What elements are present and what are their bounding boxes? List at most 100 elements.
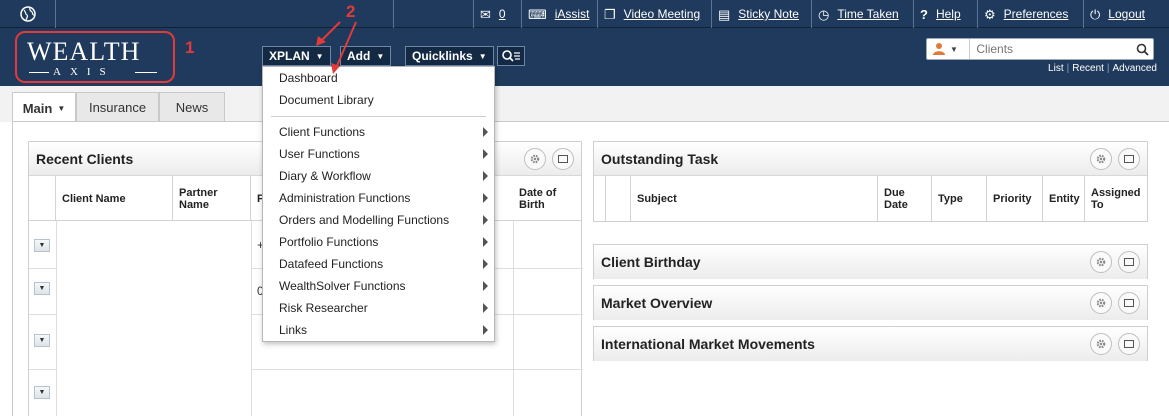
globe-icon[interactable] — [0, 0, 56, 28]
time-taken-link[interactable]: ◷ Time Taken — [811, 0, 913, 28]
grid-col-line — [513, 221, 514, 416]
video-icon: ❐ — [604, 6, 616, 22]
row-expand-button[interactable]: ▼ — [34, 239, 50, 252]
search-icon[interactable] — [1131, 43, 1153, 56]
menu-item-document-library[interactable]: Document Library — [263, 89, 494, 111]
client-birthday-header: Client Birthday — [594, 245, 1147, 279]
outstanding-task-grid-header: Subject Due Date Type Priority Entity As… — [594, 176, 1147, 221]
video-meeting-link[interactable]: ❐ Video Meeting — [597, 0, 711, 28]
tab-insurance[interactable]: Insurance — [76, 92, 159, 122]
xplan-menu-button[interactable]: XPLAN ▼ — [262, 46, 331, 66]
submenu-arrow-icon — [483, 281, 488, 291]
panel-maximize-button[interactable] — [1118, 333, 1140, 355]
search-link-recent[interactable]: Recent — [1072, 63, 1104, 74]
sticky-note-link[interactable]: ▤ Sticky Note — [711, 0, 811, 28]
search-link-list[interactable]: List — [1048, 63, 1064, 74]
panel-settings-button[interactable] — [1090, 148, 1112, 170]
search-type-selector[interactable]: ▼ — [927, 39, 971, 59]
grid-row-line — [29, 314, 56, 315]
mail-link[interactable]: ✉ 0 — [473, 0, 521, 28]
grid-row-line — [29, 369, 56, 370]
menu-item-label: WealthSolver Functions — [279, 279, 406, 293]
market-overview-panel: Market Overview — [593, 285, 1148, 320]
menu-item-orders-modelling[interactable]: Orders and Modelling Functions — [263, 209, 494, 231]
iassist-link[interactable]: ⌨ iAssist — [521, 0, 597, 28]
recent-clients-title: Recent Clients — [36, 151, 134, 167]
preferences-link[interactable]: ⚙ Preferences — [977, 0, 1083, 28]
logo-subtitle: AXIS — [53, 66, 115, 78]
menu-item-diary-workflow[interactable]: Diary & Workflow — [263, 165, 494, 187]
logo[interactable]: WEALTH AXIS — [15, 31, 175, 83]
menu-item-label: Client Functions — [279, 125, 366, 139]
row-expand-button[interactable]: ▼ — [34, 386, 50, 399]
iassist-icon: ⌨ — [528, 6, 547, 22]
search-link-advanced[interactable]: Advanced — [1113, 63, 1157, 74]
caret-down-icon: ▼ — [315, 51, 324, 61]
time-taken-label[interactable]: Time Taken — [837, 7, 898, 21]
column-assigned-to[interactable]: Assigned To — [1085, 176, 1149, 221]
menu-item-wealthsolver-functions[interactable]: WealthSolver Functions — [263, 275, 494, 297]
logout-label[interactable]: Logout — [1108, 7, 1145, 21]
grid-row-line — [29, 268, 56, 269]
column-priority[interactable]: Priority — [987, 176, 1043, 221]
panel-settings-button[interactable] — [1090, 251, 1112, 273]
logout-link[interactable]: ⏻ Logout — [1083, 0, 1169, 28]
search-links: List | Recent | Advanced — [1048, 63, 1157, 74]
caret-down-icon: ▼ — [38, 337, 46, 344]
video-meeting-label[interactable]: Video Meeting — [624, 7, 701, 21]
menu-item-label: Risk Researcher — [279, 301, 368, 315]
iassist-label[interactable]: iAssist — [555, 7, 590, 21]
column-entity[interactable]: Entity — [1043, 176, 1085, 221]
panel-settings-button[interactable] — [1090, 292, 1112, 314]
panel-maximize-button[interactable] — [552, 148, 574, 170]
menu-item-user-functions[interactable]: User Functions — [263, 143, 494, 165]
panel-maximize-button[interactable] — [1118, 148, 1140, 170]
column-partner-name[interactable]: Partner Name — [173, 176, 251, 221]
tab-news[interactable]: News — [159, 92, 225, 122]
column-subject[interactable]: Subject — [631, 176, 878, 221]
preferences-label[interactable]: Preferences — [1004, 7, 1069, 21]
help-label[interactable]: Help — [936, 7, 961, 21]
panel-maximize-button[interactable] — [1118, 292, 1140, 314]
mail-count[interactable]: 0 — [499, 7, 506, 21]
top-bar: ✉ 0 ⌨ iAssist ❐ Video Meeting ▤ Sticky N… — [0, 0, 1169, 28]
menu-item-administration-functions[interactable]: Administration Functions — [263, 187, 494, 209]
grid-col-line — [251, 221, 252, 416]
panel-settings-button[interactable] — [524, 148, 546, 170]
column-date-of-birth[interactable]: Date of Birth — [513, 176, 583, 221]
market-overview-header: Market Overview — [594, 286, 1147, 320]
row-expand-button[interactable]: ▼ — [34, 334, 50, 347]
quick-search-button[interactable] — [497, 46, 525, 66]
menu-item-links[interactable]: Links — [263, 319, 494, 341]
panel-settings-button[interactable] — [1090, 333, 1112, 355]
column-type[interactable]: Type — [932, 176, 987, 221]
logo-title: WEALTH — [27, 37, 141, 66]
caret-down-icon: ▼ — [478, 51, 487, 61]
submenu-arrow-icon — [483, 303, 488, 313]
menu-item-dashboard[interactable]: Dashboard — [263, 67, 494, 89]
gear-icon — [1096, 257, 1106, 267]
sticky-note-label[interactable]: Sticky Note — [738, 7, 799, 21]
submenu-arrow-icon — [483, 193, 488, 203]
menu-item-client-functions[interactable]: Client Functions — [263, 121, 494, 143]
menu-item-portfolio-functions[interactable]: Portfolio Functions — [263, 231, 494, 253]
help-link[interactable]: ? Help — [913, 0, 977, 28]
row-expand-button[interactable]: ▼ — [34, 282, 50, 295]
menu-item-datafeed-functions[interactable]: Datafeed Functions — [263, 253, 494, 275]
tab-main[interactable]: Main ▼ — [12, 92, 76, 123]
column-due-date[interactable]: Due Date — [878, 176, 932, 221]
outstanding-task-title: Outstanding Task — [601, 151, 719, 167]
quicklinks-menu-button[interactable]: Quicklinks ▼ — [405, 46, 494, 66]
column-client-name[interactable]: Client Name — [56, 176, 173, 221]
add-menu-button[interactable]: Add ▼ — [340, 46, 392, 66]
client-search-input[interactable] — [970, 42, 1132, 56]
chevron-down-icon: ▼ — [950, 44, 958, 54]
caret-down-icon: ▼ — [57, 103, 66, 113]
panel-maximize-button[interactable] — [1118, 251, 1140, 273]
gear-icon: ⚙ — [984, 6, 996, 22]
envelope-icon: ✉ — [480, 6, 491, 22]
menu-item-risk-researcher[interactable]: Risk Researcher — [263, 297, 494, 319]
xplan-dropdown-menu: Dashboard Document Library Client Functi… — [262, 66, 495, 342]
logo-rule-left — [29, 72, 49, 73]
user-icon — [933, 43, 945, 55]
